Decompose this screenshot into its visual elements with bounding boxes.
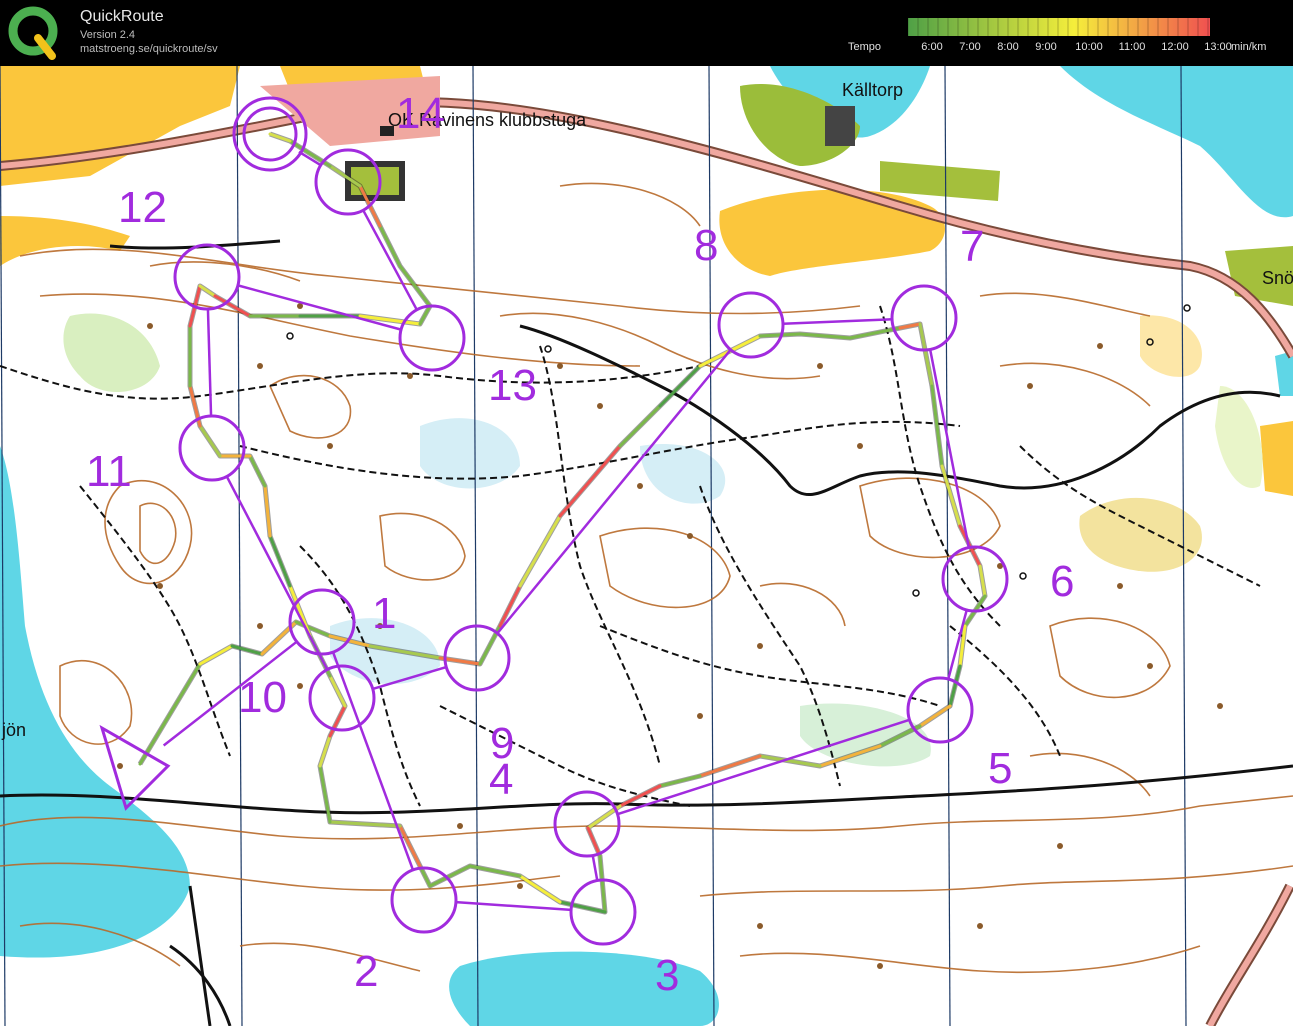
tempo-tick-label: 13:00 [1204, 41, 1232, 53]
orienteering-map: Källtorp OK Ravinens klubbstuga Snö jön … [0, 66, 1293, 1026]
control-number-12: 12 [118, 183, 167, 232]
control-number-2: 2 [354, 947, 378, 996]
tempo-tick-label: 12:00 [1161, 41, 1189, 53]
tempo-tick-label: 6:00 [921, 41, 943, 53]
tempo-color-scale [908, 18, 1210, 36]
control-number-6: 6 [1050, 557, 1074, 606]
tempo-label: Tempo [848, 41, 882, 53]
place-name-sno: Snö [1262, 268, 1293, 288]
app-header: QuickRoute Version 2.4 matstroeng.se/qui… [0, 0, 1293, 66]
place-name-kalltorp: Källtorp [842, 80, 903, 100]
control-number-3: 3 [655, 951, 679, 1000]
tempo-tick-label: 9:00 [1035, 41, 1057, 53]
app-version: Version 2.4 [80, 29, 136, 41]
tempo-tick-label: 7:00 [959, 41, 981, 53]
app-url: matstroeng.se/quickroute/sv [80, 43, 218, 55]
tempo-tick-label: 11:00 [1118, 41, 1146, 53]
control-number-10: 10 [238, 673, 287, 722]
control-number-5: 5 [988, 744, 1012, 793]
control-number-1: 1 [372, 589, 396, 638]
tempo-tick-label: 8:00 [997, 41, 1019, 53]
control-number-7: 7 [960, 222, 984, 271]
place-name-sjon: jön [1, 720, 26, 740]
tempo-unit: min/km [1231, 41, 1267, 53]
tempo-tick-label: 10:00 [1075, 41, 1103, 53]
control-number-11: 11 [86, 447, 132, 496]
app-name: QuickRoute [80, 8, 164, 25]
quickroute-logo-icon [8, 6, 58, 60]
control-number-9: 9 [490, 719, 514, 768]
control-number-8: 8 [694, 221, 718, 270]
control-number-13: 13 [488, 361, 537, 410]
control-number-14: 14 [396, 89, 445, 138]
